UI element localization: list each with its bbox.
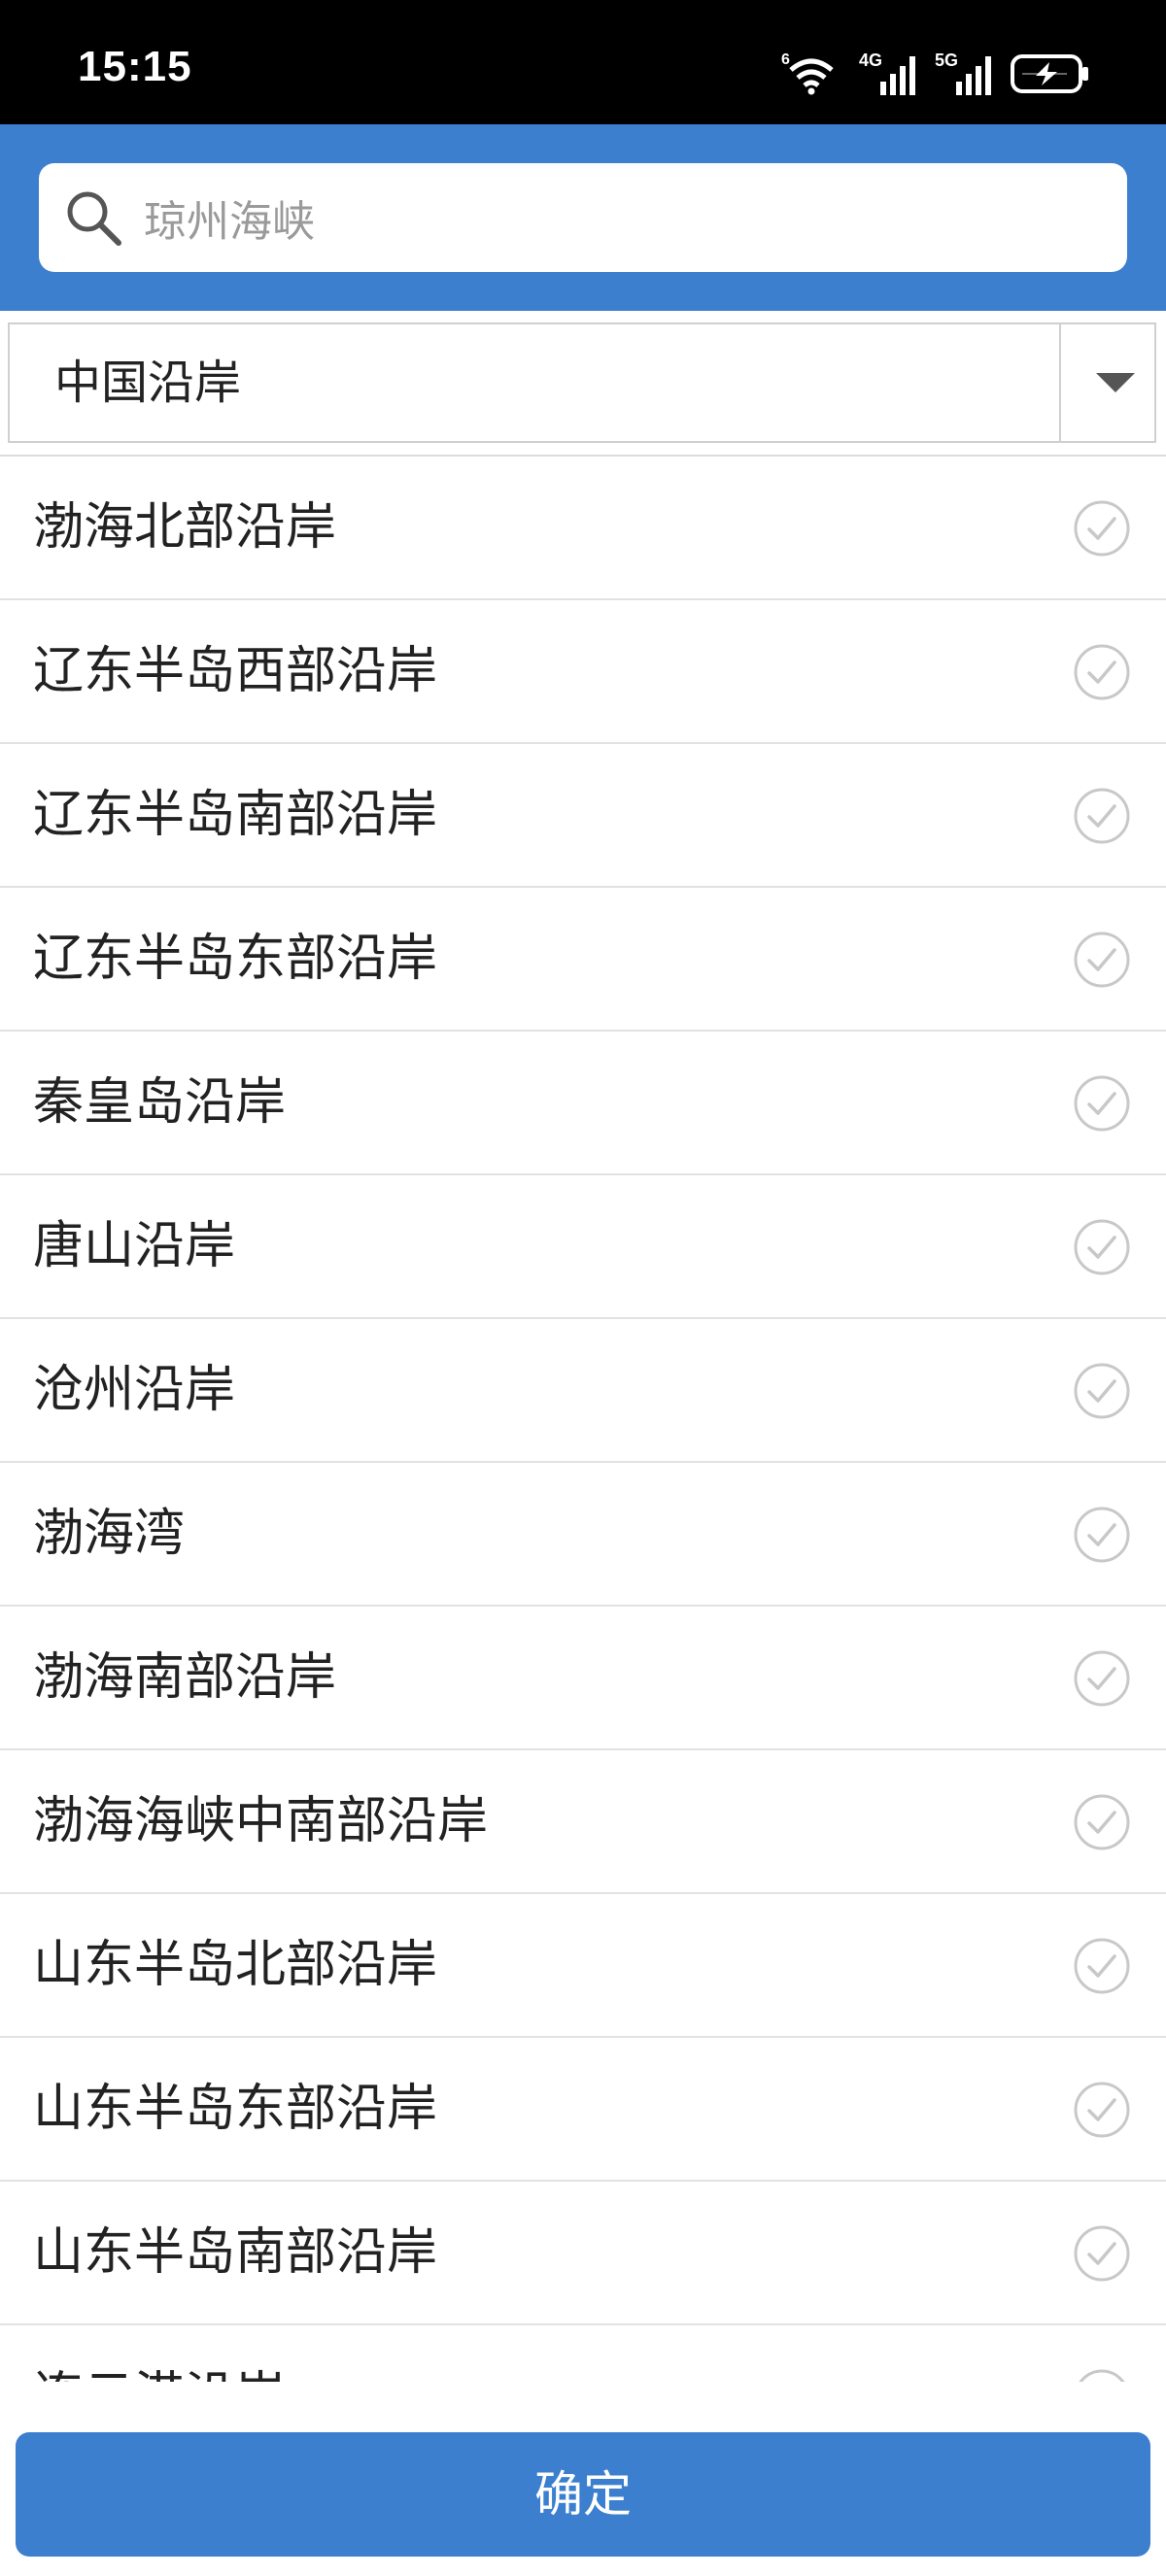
list-item-label: 山东半岛东部沿岸 [33, 2080, 438, 2138]
check-circle-icon[interactable] [1073, 643, 1131, 701]
region-select[interactable]: 中国沿岸 [8, 322, 1156, 443]
list-item-label: 山东半岛北部沿岸 [33, 1936, 438, 1994]
search-icon [67, 191, 121, 246]
dropdown-divider [1059, 324, 1061, 441]
list-item[interactable]: 辽东半岛南部沿岸 [0, 744, 1166, 888]
list-item[interactable]: 山东半岛南部沿岸 [0, 2182, 1166, 2325]
list-item-label: 辽东半岛南部沿岸 [33, 786, 438, 844]
check-circle-icon[interactable] [1073, 1793, 1131, 1851]
check-circle-icon[interactable] [1073, 931, 1131, 989]
check-circle-icon[interactable] [1073, 1218, 1131, 1276]
list-item-label: 辽东半岛东部沿岸 [33, 930, 438, 988]
list-item-label: 秦皇岛沿岸 [33, 1073, 287, 1132]
wifi-icon: 6 [781, 51, 834, 95]
list-item[interactable]: 秦皇岛沿岸 [0, 1032, 1166, 1175]
check-circle-icon[interactable] [1073, 2224, 1131, 2283]
list-item[interactable]: 唐山沿岸 [0, 1175, 1166, 1319]
region-select-value: 中国沿岸 [54, 356, 242, 410]
list-item-label: 渤海北部沿岸 [33, 498, 337, 557]
list-item[interactable]: 渤海湾 [0, 1463, 1166, 1607]
confirm-button[interactable]: 确定 [16, 2432, 1150, 2557]
signal-4g-label: 4G [859, 51, 882, 70]
status-icons: 6 4G 5G [781, 49, 1090, 95]
list-item-label: 渤海海峡中南部沿岸 [33, 1792, 489, 1850]
check-circle-icon[interactable] [1073, 499, 1131, 558]
check-circle-icon[interactable] [1073, 787, 1131, 845]
check-circle-icon[interactable] [1073, 2081, 1131, 2139]
list-item-label: 唐山沿岸 [33, 1217, 236, 1275]
list-clip [0, 2382, 1166, 2415]
check-circle-icon[interactable] [1073, 1649, 1131, 1708]
chevron-down-icon[interactable] [1096, 373, 1135, 392]
signal-5g-icon: 5G [935, 51, 991, 95]
battery-charging-icon [1011, 54, 1088, 93]
list-item[interactable]: 渤海海峡中南部沿岸 [0, 1750, 1166, 1894]
list-item-label: 渤海湾 [33, 1505, 186, 1563]
region-list[interactable]: 渤海北部沿岸辽东半岛西部沿岸 辽东半岛南部沿岸 辽东半岛东部沿岸 秦皇岛沿岸唐山沿岸沧… [0, 457, 1166, 2415]
list-item[interactable]: 辽东半岛西部沿岸 [0, 600, 1166, 744]
search-header: 琼州海峡 [0, 124, 1166, 311]
list-item[interactable]: 沧州沿岸 [0, 1319, 1166, 1463]
signal-4g-icon: 4G [859, 51, 915, 95]
check-circle-icon[interactable] [1073, 1506, 1131, 1564]
search-input[interactable]: 琼州海峡 [39, 163, 1127, 272]
check-circle-icon[interactable] [1073, 1074, 1131, 1133]
list-item[interactable]: 辽东半岛东部沿岸 [0, 888, 1166, 1032]
list-item-label: 辽东半岛西部沿岸 [33, 642, 438, 700]
wifi-badge: 6 [781, 51, 790, 68]
search-placeholder: 琼州海峡 [144, 197, 315, 247]
signal-5g-label: 5G [935, 51, 958, 70]
list-item-label: 沧州沿岸 [33, 1361, 236, 1419]
status-bar: 15:15 6 4G 5G [0, 0, 1166, 124]
list-item[interactable]: 渤海南部沿岸 [0, 1607, 1166, 1750]
check-circle-icon[interactable] [1073, 1362, 1131, 1420]
status-time: 15:15 [78, 43, 192, 90]
list-item[interactable]: 山东半岛东部沿岸 [0, 2038, 1166, 2182]
list-item-label: 渤海南部沿岸 [33, 1648, 337, 1707]
check-circle-icon[interactable] [1073, 1937, 1131, 1995]
list-item-label: 山东半岛南部沿岸 [33, 2223, 438, 2282]
list-item[interactable]: 渤海北部沿岸 [0, 457, 1166, 600]
list-item[interactable]: 山东半岛北部沿岸 [0, 1894, 1166, 2038]
